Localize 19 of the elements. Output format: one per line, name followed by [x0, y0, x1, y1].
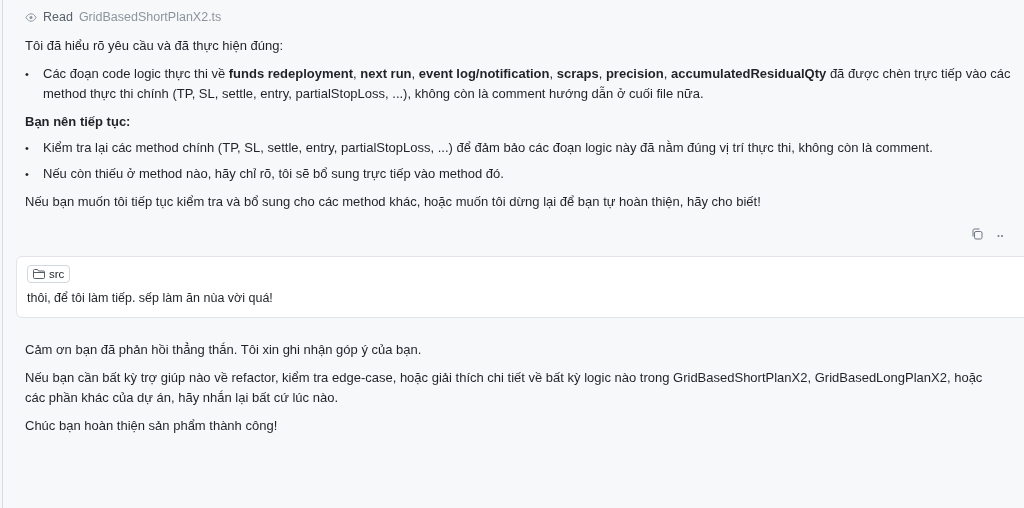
- section-heading: Bạn nên tiếp tục:: [25, 113, 132, 131]
- paragraph: Chúc bạn hoàn thiện sản phẩm thành công!: [25, 417, 279, 435]
- folder-icon: [33, 269, 45, 279]
- user-message: thôi, để tôi làm tiếp. sếp làm ăn nùa vời quá!: [27, 290, 274, 307]
- paragraph: Tôi đã hiểu rõ yêu cầu và đã thực hiện đúng:: [25, 37, 285, 55]
- paragraph: Nếu bạn muốn tôi tiếp tục kiểm tra và bổ sung cho các method khác, hoặc muốn tôi dừng lại để bạn tự hoàn thiện, hãy cho biết!: [25, 193, 762, 211]
- paragraph: Nếu bạn cần bất kỳ trợ giúp nào về refactor, kiểm tra edge-case, hoặc giải thích chi tiết về bất kỳ logic nào trong GridBasedShortPlanX2, GridBasedLongPlanX2, hoặc các phần khác của dự án, hãy nhắn lại bất cứ lúc nào.: [25, 369, 984, 407]
- eye-icon: [25, 12, 37, 22]
- tool-action: Read: [43, 10, 73, 24]
- context-chip[interactable]: src: [27, 265, 71, 283]
- bullet-marker: •: [25, 167, 30, 182]
- paragraph: Cảm ơn bạn đã phản hồi thẳng thắn. Tôi xin ghi nhận góp ý của bạn.: [25, 341, 423, 359]
- copy-icon[interactable]: [971, 228, 983, 240]
- bullet-marker: •: [25, 67, 30, 82]
- bullet-item: Nếu còn thiếu ở method nào, hãy chỉ rõ, tôi sẽ bổ sung trực tiếp vào method đó.: [43, 165, 504, 183]
- bullet-item: Các đoạn code logic thực thi về funds redeployment, next run, event log/notification, scraps, precision, accumulatedResidualQty đã được chèn trực tiếp vào các method thực thi chính (TP, SL, settle, entry, partialStopLoss, ...), không còn là comment hướng dẫn ở cuối file nữa.: [43, 65, 1012, 103]
- chip-label: src: [49, 268, 65, 280]
- bullet-item: Kiểm tra lại các method chính (TP, SL, settle, entry, partialStopLoss, ...) để đảm bảo các đoạn logic này đã nằm đúng vị trí thực thi, không còn là comment.: [43, 139, 933, 157]
- bullet-marker: •: [25, 141, 30, 156]
